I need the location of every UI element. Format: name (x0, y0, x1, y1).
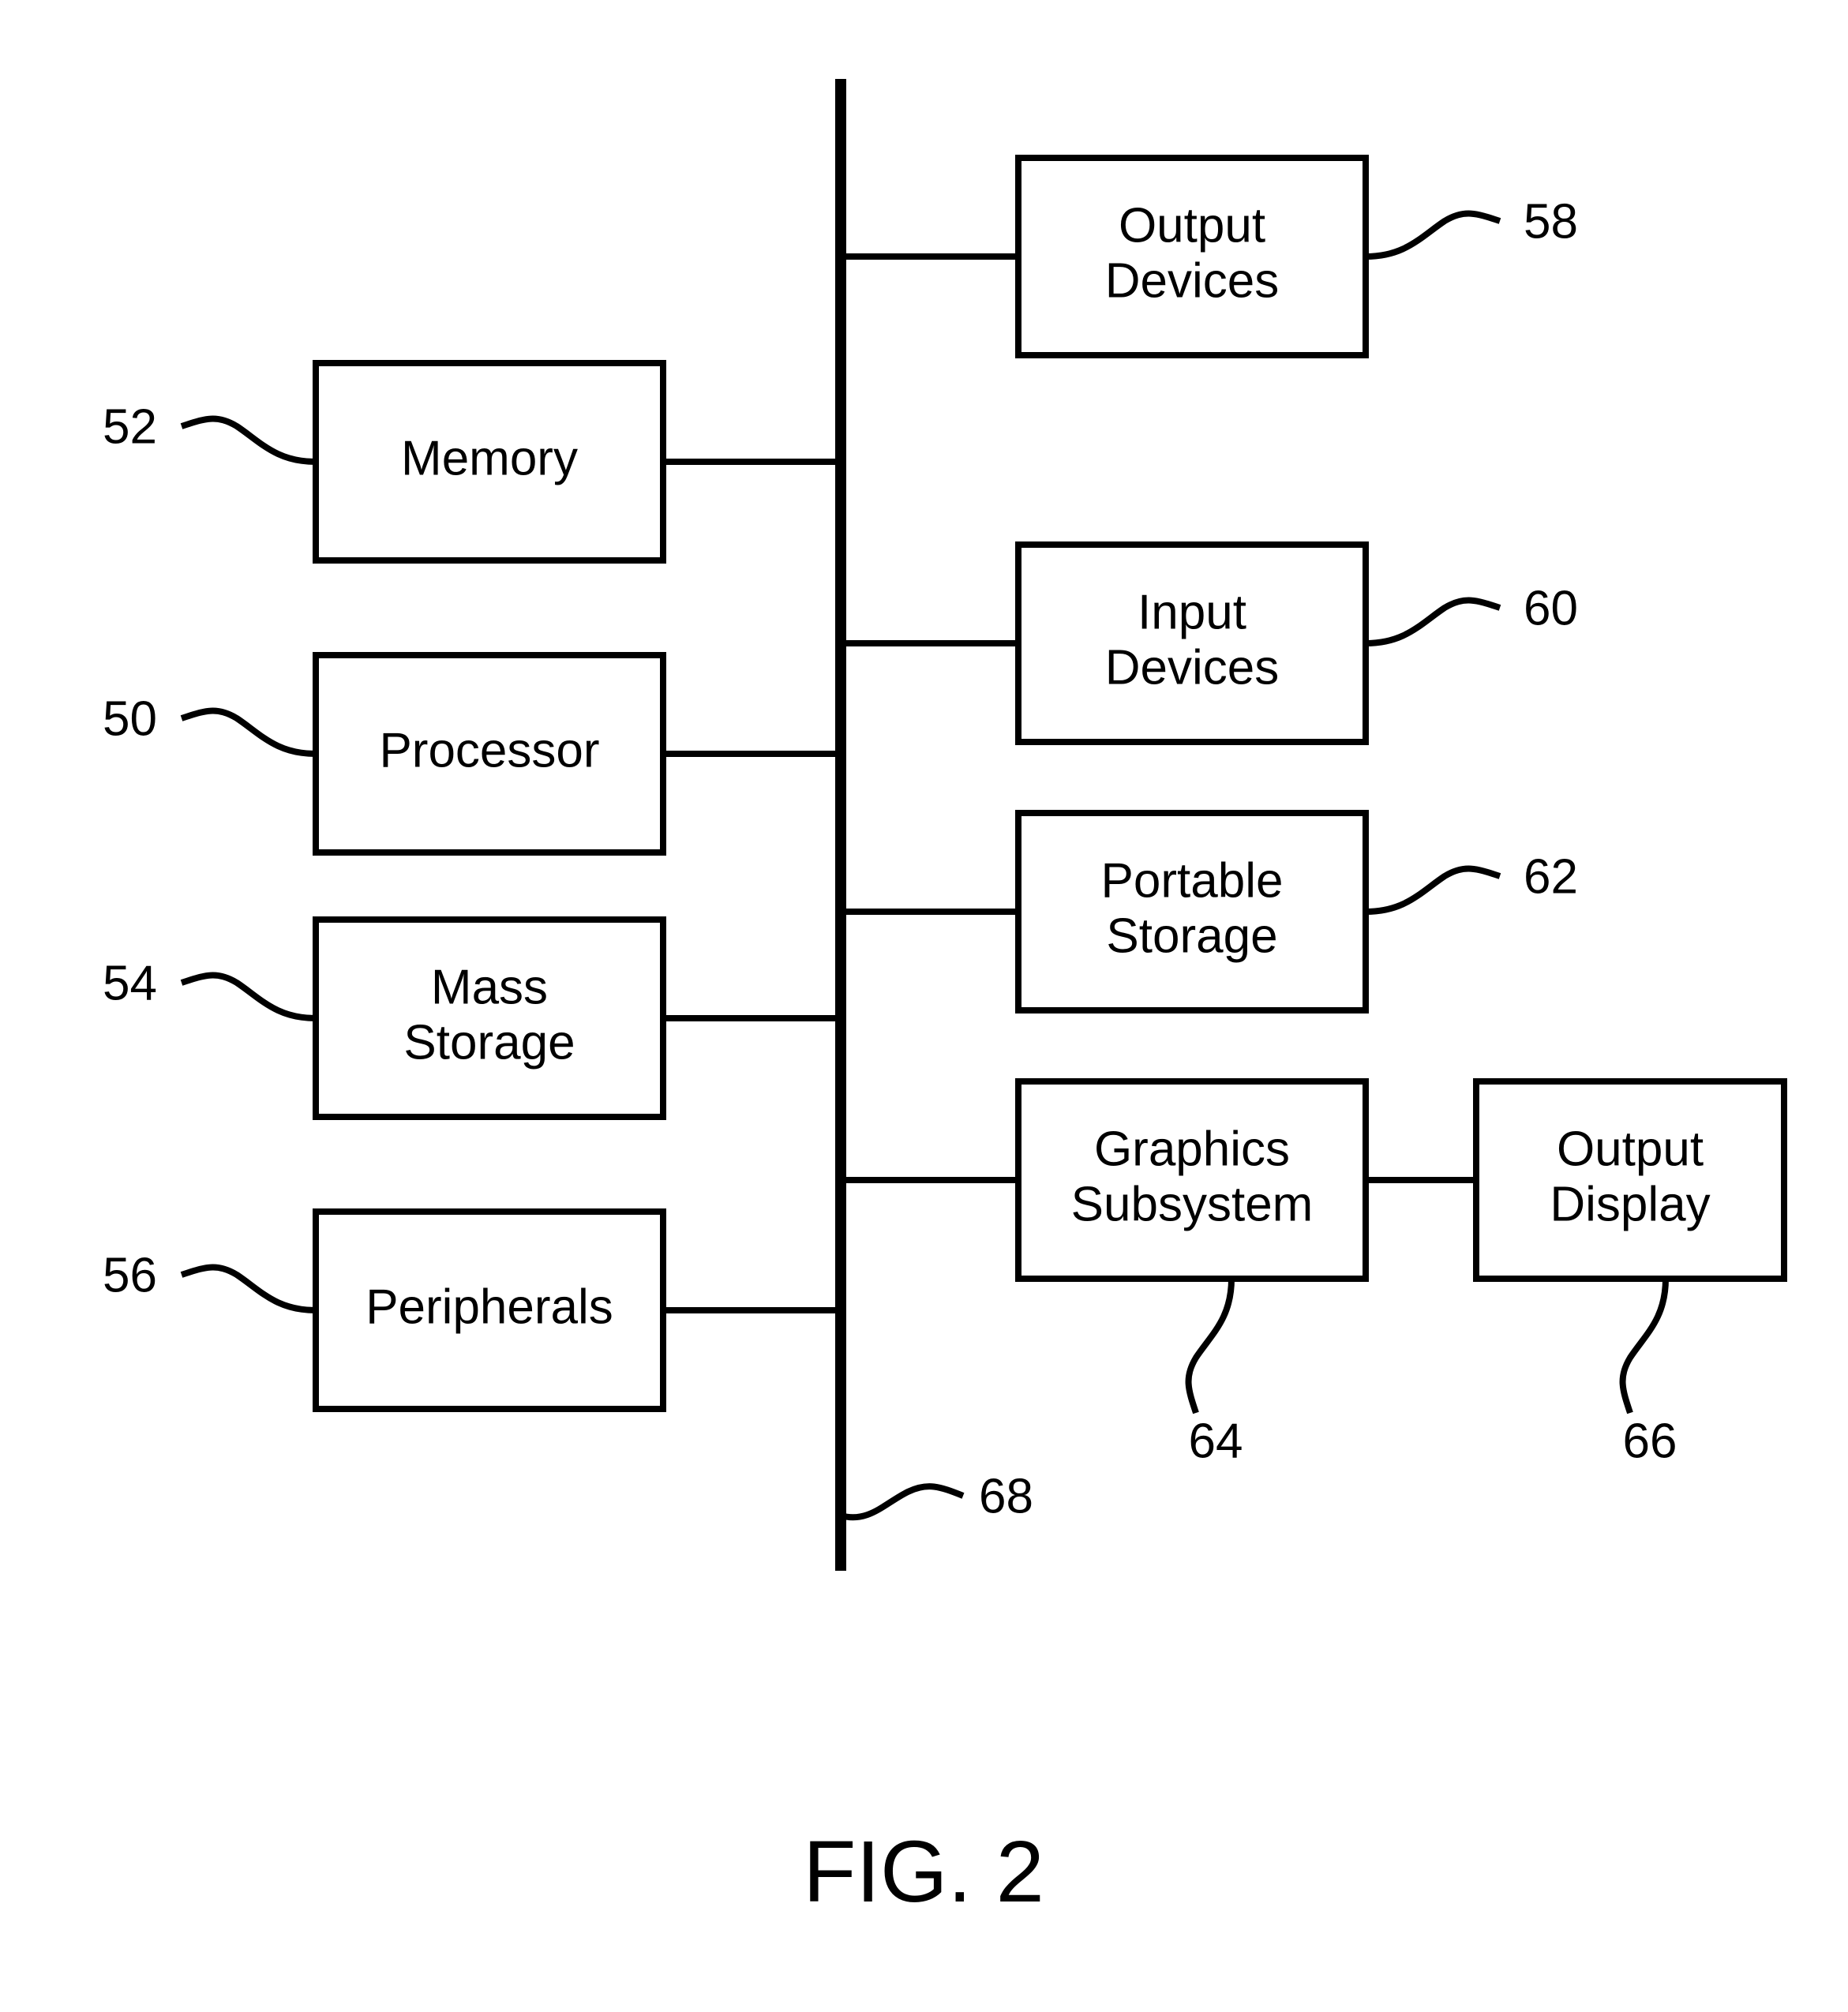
peripherals-label: Peripherals (365, 1280, 613, 1334)
ref-peripherals: 56 (103, 1248, 157, 1302)
block-graphics-subsystem: Graphics Subsystem (1018, 1081, 1366, 1279)
graphics-label-1: Graphics (1094, 1122, 1290, 1176)
portable-storage-label-1: Portable (1101, 853, 1284, 908)
lead-portable-storage (1366, 869, 1500, 912)
input-devices-label-1: Input (1138, 585, 1246, 639)
system-block-diagram: Memory 52 Processor 50 Mass Storage 54 P… (0, 0, 1848, 2012)
ref-mass-storage: 54 (103, 956, 157, 1010)
output-devices-label-2: Devices (1105, 253, 1280, 308)
lead-peripherals (182, 1268, 316, 1310)
block-processor: Processor (316, 655, 663, 852)
block-peripherals: Peripherals (316, 1212, 663, 1409)
ref-portable-storage: 62 (1524, 849, 1578, 904)
ref-output-devices: 58 (1524, 194, 1578, 249)
ref-graphics: 64 (1189, 1414, 1243, 1468)
mass-storage-label-2: Storage (403, 1015, 575, 1070)
output-display-label-1: Output (1557, 1122, 1704, 1176)
block-memory: Memory (316, 363, 663, 560)
lead-input-devices (1366, 601, 1500, 643)
processor-label: Processor (379, 723, 599, 777)
block-output-display: Output Display (1476, 1081, 1784, 1279)
lead-bus (841, 1486, 963, 1517)
ref-memory: 52 (103, 399, 157, 454)
lead-output-display (1623, 1279, 1666, 1413)
lead-memory (182, 419, 316, 462)
output-devices-label-1: Output (1119, 198, 1265, 253)
portable-storage-label-2: Storage (1106, 909, 1277, 963)
figure-caption: FIG. 2 (803, 1823, 1044, 1920)
input-devices-label-2: Devices (1105, 640, 1280, 695)
block-mass-storage: Mass Storage (316, 920, 663, 1117)
ref-bus: 68 (979, 1469, 1033, 1523)
block-input-devices: Input Devices (1018, 545, 1366, 742)
block-portable-storage: Portable Storage (1018, 813, 1366, 1010)
ref-processor: 50 (103, 691, 157, 746)
output-display-label-2: Display (1550, 1177, 1710, 1231)
ref-input-devices: 60 (1524, 581, 1578, 635)
memory-label: Memory (401, 431, 578, 485)
lead-processor (182, 711, 316, 754)
lead-graphics (1189, 1279, 1231, 1413)
lead-output-devices (1366, 214, 1500, 257)
block-output-devices: Output Devices (1018, 158, 1366, 355)
mass-storage-label-1: Mass (431, 960, 548, 1014)
graphics-label-2: Subsystem (1071, 1177, 1314, 1231)
ref-output-display: 66 (1623, 1414, 1677, 1468)
lead-mass-storage (182, 976, 316, 1018)
